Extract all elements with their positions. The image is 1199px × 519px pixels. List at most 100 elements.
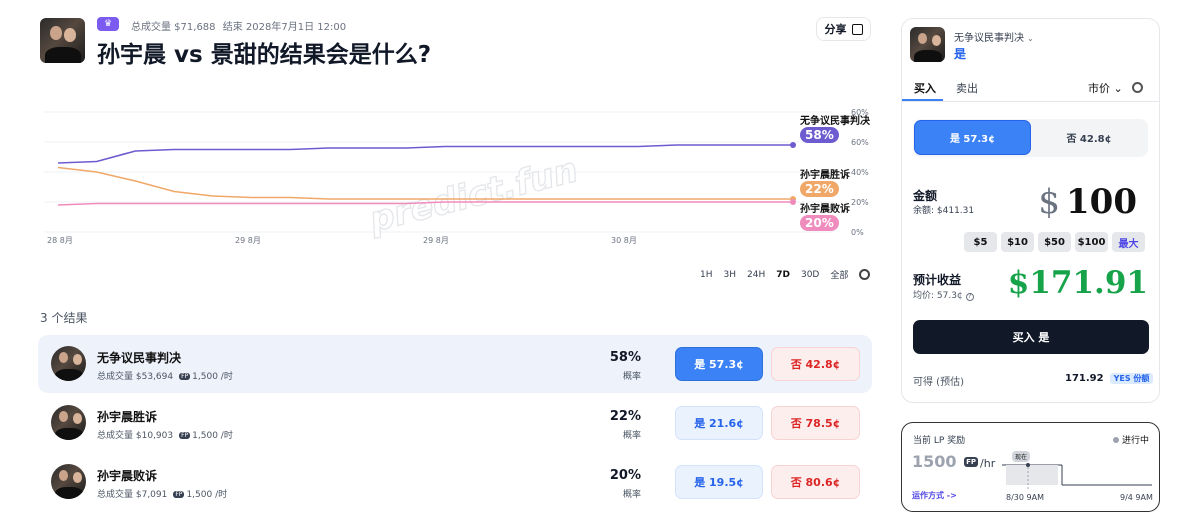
series-endpoint (790, 142, 796, 148)
average-price: 均价: 57.3¢? (913, 288, 974, 301)
share-icon (851, 23, 863, 35)
gear-icon[interactable] (1132, 82, 1143, 93)
outcome-row[interactable]: 孙宇晨败诉总成交量 $7,091 FP 1,500 /时 20% 概率 是 19.5¢ 否 … (38, 453, 872, 511)
outcome-volume: 总成交量 $7,091 FP 1,500 /时 (97, 487, 227, 500)
outcome-lp-rate: 1,500 /时 (192, 431, 233, 441)
tab-range-全部[interactable]: 全部 (830, 268, 848, 281)
y-tick-label: 60% (851, 138, 869, 147)
lp-time-end: 9/4 9AM (1120, 493, 1153, 502)
time-range-tabs: 1H 3H 24H 7D 30D 全部 (700, 268, 871, 281)
status-dot-icon (1112, 437, 1119, 443)
outcome-probability-label: 概率 (622, 372, 641, 382)
series-endpoint (790, 199, 796, 205)
buy-yes-button[interactable]: 是 21.6¢ (675, 406, 763, 440)
series-value-label: 20% (800, 215, 839, 231)
series-name-label: 无争议民事判决 (800, 116, 870, 127)
lp-status: 进行中 (1112, 433, 1149, 446)
lp-now-marker: 现在 (1012, 451, 1031, 462)
tab-range-3h[interactable]: 3H (724, 270, 737, 280)
x-tick-label: 29 8月 (235, 236, 261, 245)
y-tick-label: 20% (851, 198, 869, 207)
buy-yes-button[interactable]: 是 19.5¢ (675, 465, 763, 499)
buy-yes-button[interactable]: 买入 是 (913, 320, 1149, 354)
y-tick-label: 0% (851, 228, 864, 237)
quick-amount-button[interactable]: $50 (1038, 232, 1071, 252)
lp-rate-value: 1500 (912, 452, 957, 471)
payout-unit-badge: YES 份额 (1109, 373, 1154, 384)
order-type-dropdown[interactable]: 市价 ⌄ (1088, 80, 1123, 96)
series-name-label: 孙宇晨胜诉 (800, 170, 850, 181)
average-price-value: 均价: 57.3¢ (913, 291, 963, 301)
info-icon[interactable]: ? (965, 293, 974, 301)
yes-toggle-button[interactable]: 是 57.3¢ (914, 120, 1031, 155)
outcome-toggle: 是 57.3¢ 否 42.8¢ (913, 119, 1148, 157)
end-date: 结束 2028年7月1日 12:00 (222, 22, 347, 33)
quick-amount-button[interactable]: $10 (1001, 232, 1034, 252)
gear-icon[interactable] (859, 269, 871, 280)
outcome-row[interactable]: 孙宇晨胜诉 总成交量 $10,903 FP 1,500 /时 22% 概率 是 21.6¢ 否… (38, 394, 872, 452)
how-it-works-link[interactable]: 运作方式 -> (912, 490, 957, 501)
outcome-lp-rate: 1,500 /时 (192, 372, 233, 382)
tab-buy[interactable]: 买入 (914, 80, 936, 96)
quick-amounts: $5 $10 $50 $100 最大 (964, 232, 1145, 252)
outcome-volume-value: 总成交量 $10,903 (97, 431, 174, 441)
outcome-probability-label: 概率 (622, 490, 641, 500)
outcome-percent: 20% (609, 468, 641, 483)
market-avatar (40, 18, 85, 63)
outcome-name: 孙宇晨胜诉 (97, 410, 158, 424)
outcome-row[interactable]: 无争议民事判决 总成交量 $53,694 FP 1,500 /时 58% 概率 是 57.3… (38, 335, 872, 393)
tab-range-7d[interactable]: 7D (776, 270, 790, 280)
fp-token-icon: FP (179, 373, 191, 380)
payout-label: 可得 (预估) (913, 377, 964, 388)
series-value-label: 58% (800, 127, 839, 143)
series-name-label: 孙宇晨败诉 (800, 204, 850, 215)
y-tick-label: 40% (851, 168, 869, 177)
quick-amount-button[interactable]: $100 (1075, 232, 1108, 252)
lp-time-start: 8/30 9AM (1006, 493, 1044, 502)
total-volume: 总成交量 $71,688 (131, 22, 216, 33)
no-toggle-button[interactable]: 否 42.8¢ (1031, 120, 1147, 155)
outcomes-count: 3 个结果 (40, 311, 88, 325)
outcome-percent: 58% (609, 350, 641, 365)
market-meta: 总成交量 $71,688 结束 2028年7月1日 12:00 (131, 18, 350, 33)
amount-label: 金额 (913, 189, 938, 203)
estimated-return: $171.91 (1007, 265, 1148, 301)
tab-range-30d[interactable]: 30D (801, 270, 819, 280)
outcome-name: 孙宇晨败诉 (97, 469, 158, 483)
fp-token-icon: FP (179, 432, 191, 439)
tab-active-indicator (902, 99, 943, 101)
outcome-avatar (51, 405, 86, 440)
lp-status-text: 进行中 (1121, 436, 1149, 446)
quick-amount-button[interactable]: 最大 (1112, 232, 1145, 252)
buy-no-button[interactable]: 否 42.8¢ (771, 347, 860, 381)
tab-range-1h[interactable]: 1H (700, 270, 713, 280)
fp-token-icon: FP (964, 457, 979, 467)
outcome-lp-rate: 1,500 /时 (186, 490, 228, 500)
share-label: 分享 (824, 23, 847, 36)
outcome-percent: 22% (609, 409, 641, 424)
quick-amount-button[interactable]: $5 (964, 232, 997, 252)
estimated-return-label: 预计收益 (913, 273, 962, 287)
x-tick-label: 28 8月 (47, 236, 73, 245)
fp-token-icon: FP (173, 491, 185, 498)
tab-range-24h[interactable]: 24H (747, 270, 765, 280)
buy-no-button[interactable]: 否 80.6¢ (771, 465, 860, 499)
trade-tabs: 买入 卖出 市价 ⌄ (902, 76, 1159, 102)
tab-sell[interactable]: 卖出 (956, 80, 978, 96)
trade-panel: 无争议民事判决 ⌄ 是 买入 卖出 市价 ⌄ 是 57.3¢ 否 42.8¢ 金额… (901, 18, 1160, 403)
page-title: 孙宇晨 vs 景甜的结果会是什么? (97, 42, 432, 68)
amount-input[interactable]: $100 (1038, 182, 1137, 222)
selected-side: 是 (954, 47, 967, 61)
lp-reward-card: 当前 LP 奖励 进行中 1500 FP/hr 现在 8/30 9AM 9/4 … (901, 422, 1160, 512)
buy-yes-button[interactable]: 是 57.3¢ (675, 347, 763, 381)
buy-no-button[interactable]: 否 78.5¢ (771, 406, 860, 440)
share-button[interactable]: 分享 (816, 17, 871, 41)
market-name: 无争议民事判决 (954, 33, 1024, 44)
price-history-chart: 60%60%40%20%0%28 8月 29 8月 29 8月 30 8月predic… (44, 108, 869, 245)
order-type-label: 市价 (1088, 82, 1110, 95)
lp-rate: 1500 FP/hr (912, 452, 995, 471)
outcome-volume-value: 总成交量 $7,091 (97, 490, 168, 500)
chevron-down-icon: ⌄ (1027, 34, 1034, 43)
market-selector[interactable]: 无争议民事判决 ⌄ (954, 29, 1034, 44)
crown-icon: ♛ (97, 17, 119, 31)
